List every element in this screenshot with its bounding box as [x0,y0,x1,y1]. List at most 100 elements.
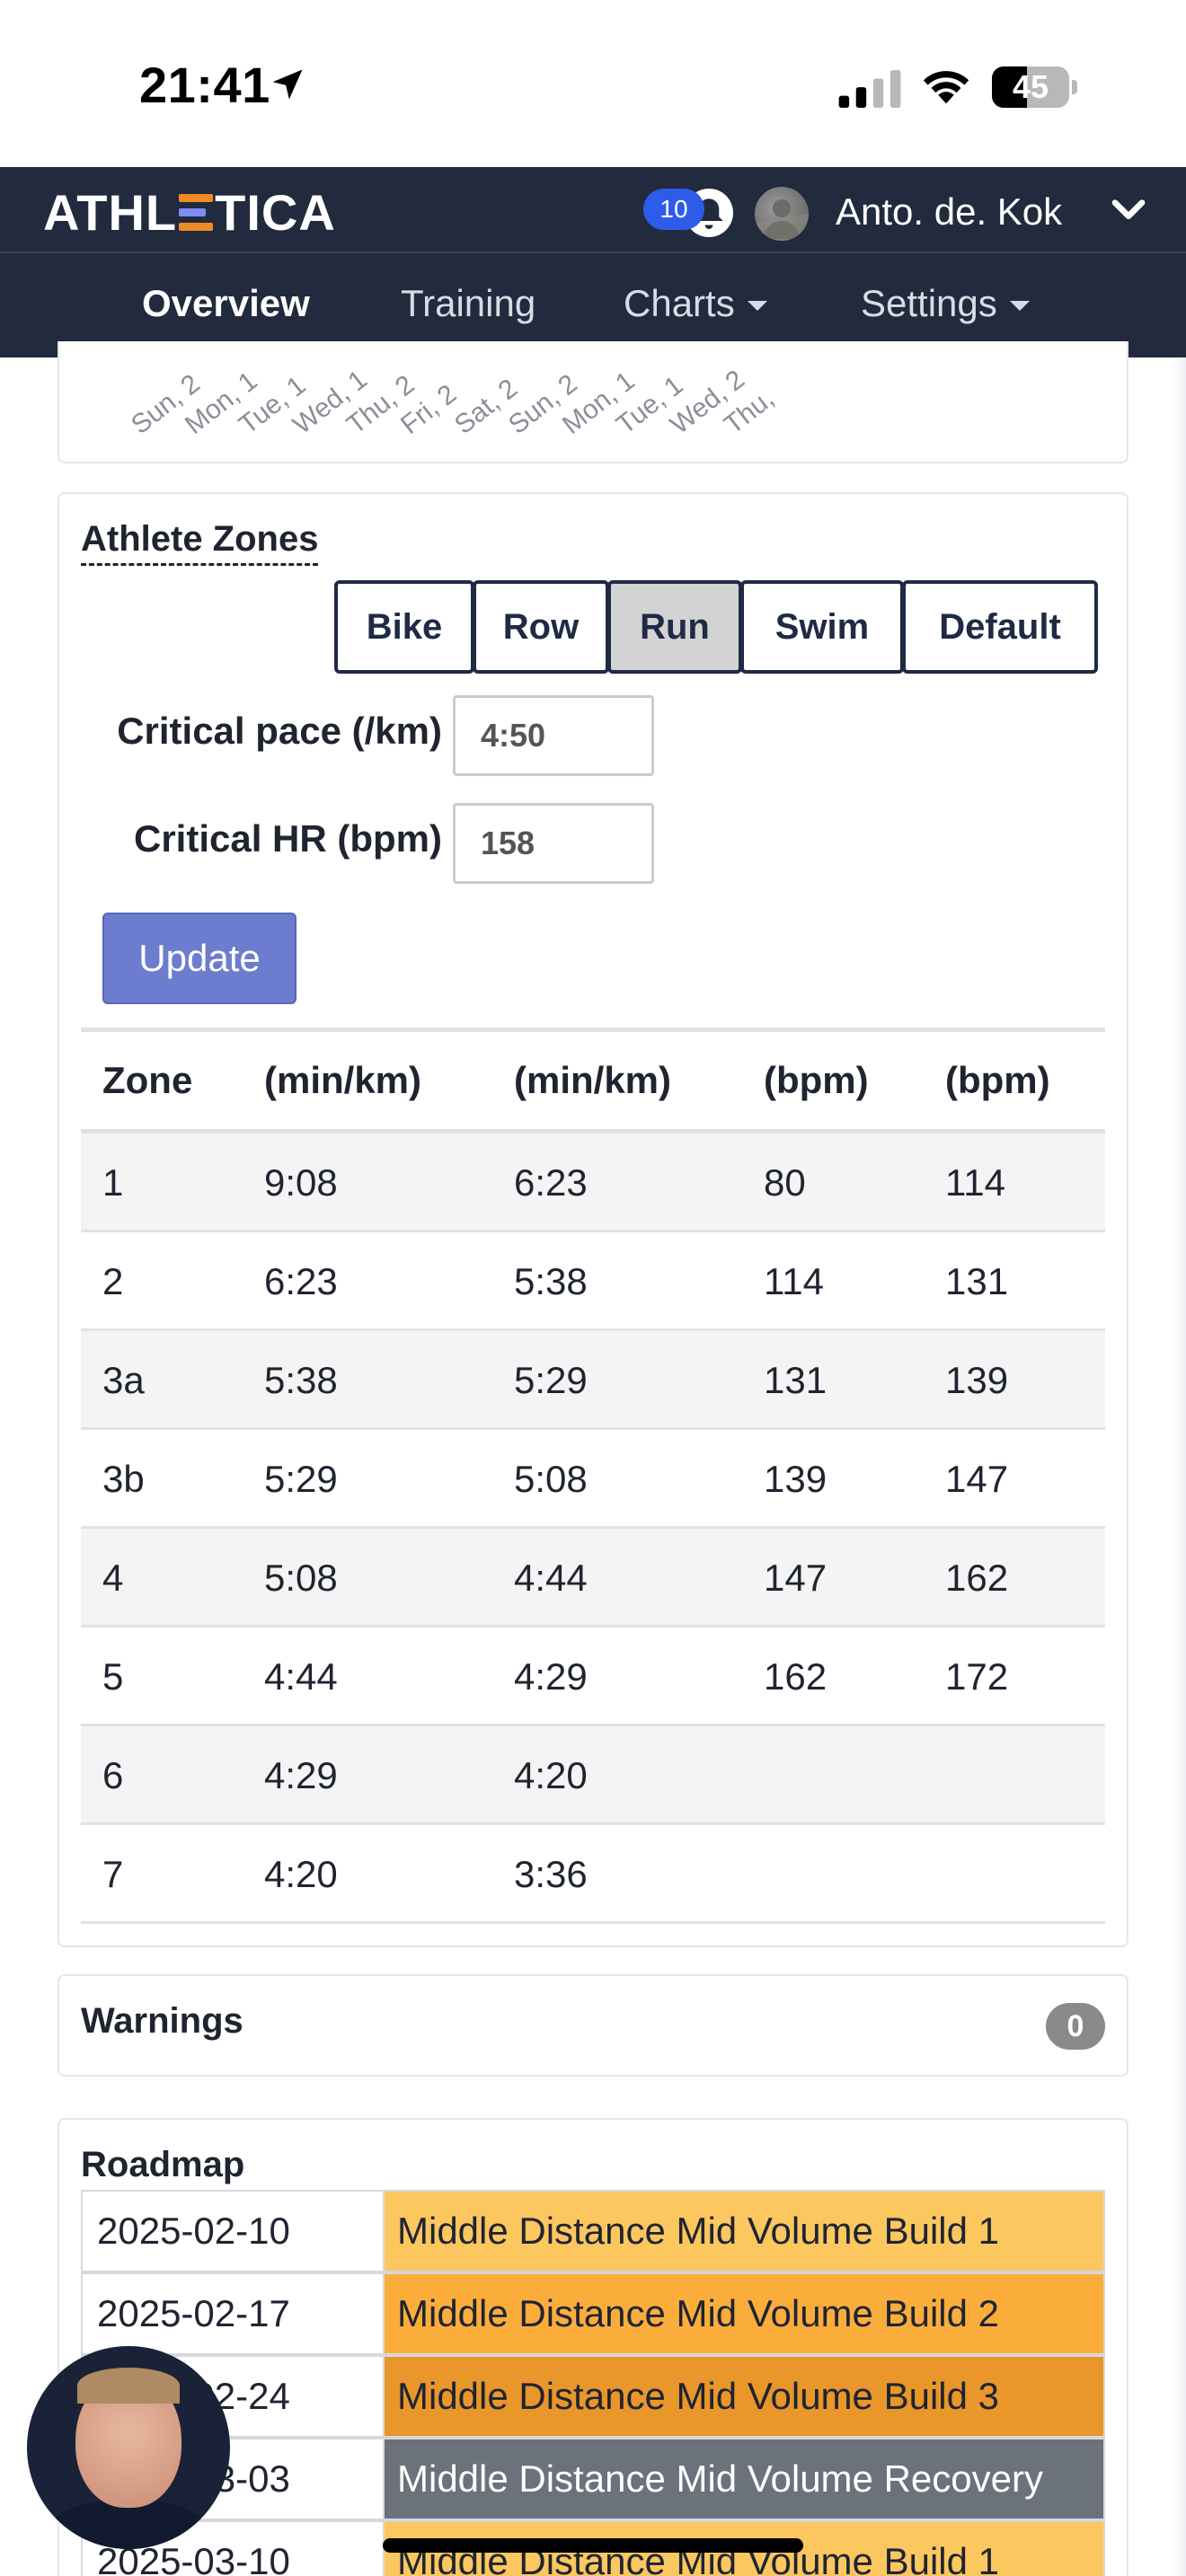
cell-zone: 6 [102,1754,124,1796]
cell-pace-low: 4:20 [264,1853,338,1895]
status-time: 21:41 [139,57,270,113]
cell-pace-high: 5:29 [514,1359,588,1401]
roadmap-row[interactable]: 2025-02-17 Middle Distance Mid Volume Bui… [81,2272,1105,2355]
user-name[interactable]: Anto. de. Kok [836,190,1062,234]
chevron-down-icon[interactable] [1111,194,1146,226]
tab-settings-label: Settings [861,282,997,324]
cell-zone: 2 [102,1260,124,1302]
caret-down-icon [1009,301,1030,311]
cell-zone: 1 [102,1161,124,1204]
cell-pace-low: 5:08 [264,1557,338,1599]
table-row: 6 4:29 4:20 [81,1726,1105,1825]
cell-zone: 5 [102,1655,124,1698]
home-indicator[interactable] [383,2538,803,2553]
critical-pace-input[interactable] [453,695,654,776]
roadmap-phase: Middle Distance Mid Volume Recovery [385,2439,1103,2519]
cell-pace-low: 6:23 [264,1260,338,1302]
cell-hr-low: 139 [764,1458,828,1500]
roadmap-phase: Middle Distance Mid Volume Build 1 [385,2192,1103,2271]
warnings-count-badge: 0 [1046,2003,1105,2050]
header-zone: Zone [102,1059,193,1101]
cell-hr-high: 162 [945,1557,1009,1599]
tab-charts-label: Charts [624,282,735,324]
table-row: 2 6:23 5:38 114 131 [81,1232,1105,1331]
roadmap-row[interactable]: 2025-03-03Middle Distance Mid Volume Rec… [81,2438,1105,2520]
table-row: 3a 5:38 5:29 131 139 [81,1331,1105,1430]
zones-table-header: Zone (min/km) (min/km) (bpm) (bpm) [81,1028,1105,1134]
roadmap-title: Roadmap [81,2145,245,2184]
cell-hr-low: 131 [764,1359,828,1401]
cell-zone: 3a [102,1359,145,1401]
caret-down-icon [747,301,767,311]
roadmap-date: 2025-02-10 [83,2192,385,2271]
cell-hr-high: 131 [945,1260,1009,1302]
x-axis-tick-label: Sat, 2 [449,373,524,441]
header-pace-low: (min/km) [264,1059,422,1101]
logo-text-right: TICA [215,184,336,241]
header-pace-high: (min/km) [514,1059,672,1101]
critical-hr-label: Critical HR (bpm) [133,817,442,860]
cell-zone: 7 [102,1853,124,1895]
cell-hr-low: 114 [764,1260,824,1302]
cell-hr-low: 162 [764,1655,828,1698]
cell-pace-high: 3:36 [514,1853,588,1895]
battery-icon: 45 [992,66,1078,108]
battery-level: 45 [1012,68,1049,105]
cell-hr-high: 172 [945,1655,1009,1698]
cell-pace-high: 5:08 [514,1458,588,1500]
cell-pace-low: 4:44 [264,1655,338,1698]
sport-button-run[interactable]: Run [607,580,742,674]
table-row: 3b 5:29 5:08 139 147 [81,1430,1105,1529]
warnings-title: Warnings [81,2001,243,2041]
cell-pace-low: 5:38 [264,1359,338,1401]
location-arrow-icon [272,69,303,100]
logo-e-icon [179,190,214,234]
cell-pace-high: 4:20 [514,1754,588,1796]
roadmap-phase: Middle Distance Mid Volume Build 3 [385,2357,1103,2436]
table-row: 5 4:44 4:29 162 172 [81,1628,1105,1726]
cellular-signal-icon [838,70,901,108]
roadmap-row[interactable]: 2025-02-10 Middle Distance Mid Volume Bui… [81,2190,1105,2272]
athlete-zones-title[interactable]: Athlete Zones [81,519,319,566]
cell-pace-high: 4:44 [514,1557,588,1599]
wifi-icon [923,71,969,104]
cell-hr-high: 139 [945,1359,1009,1401]
tab-training-label: Training [401,282,536,324]
roadmap-phase: Middle Distance Mid Volume Build 2 [385,2274,1103,2353]
chart-x-axis-labels: Sun, 2 Mon, 1 Tue, 1 Wed, 1 Thu, 2 Fri, 2 Sat,… [126,359,854,467]
scroll-edge [1172,357,1186,2576]
table-row: 4 5:08 4:44 147 162 [81,1529,1105,1628]
cell-pace-low: 4:29 [264,1754,338,1796]
roadmap-date: 2025-02-17 [83,2274,385,2353]
table-row: 7 4:20 3:36 [81,1825,1105,1924]
header-hr-high: (bpm) [945,1059,1050,1101]
update-button[interactable]: Update [102,913,296,1004]
critical-hr-input[interactable] [453,803,654,884]
status-bar: 21:41 45 [0,0,1186,167]
sport-button-swim[interactable]: Swim [740,580,904,674]
cell-pace-high: 4:29 [514,1655,588,1698]
cell-pace-high: 6:23 [514,1161,588,1204]
cell-pace-low: 5:29 [264,1458,338,1500]
cell-hr-low: 147 [764,1557,828,1599]
notification-count-badge[interactable]: 10 [643,189,704,230]
logo-text-left: ATHL [43,184,178,241]
sport-button-bike[interactable]: Bike [334,580,474,674]
cell-pace-high: 5:38 [514,1260,588,1302]
navbar: ATHL TICA 10 Anto. de. Kok Overview Train… [0,167,1186,357]
cell-zone: 4 [102,1557,124,1599]
critical-pace-label: Critical pace (/km) [117,710,442,752]
sport-button-row[interactable]: Row [473,580,609,674]
cell-hr-high: 114 [945,1161,1005,1204]
cell-hr-low: 80 [764,1161,806,1204]
tab-overview-label: Overview [142,282,310,324]
sport-button-default[interactable]: Default [902,580,1098,674]
coach-chat-avatar[interactable] [27,2346,230,2549]
table-row: 1 9:08 6:23 80 114 [81,1134,1105,1232]
roadmap-row[interactable]: 2025-02-24Middle Distance Mid Volume Bui… [81,2355,1105,2438]
athletica-logo[interactable]: ATHL TICA [43,183,336,242]
navbar-top: ATHL TICA 10 Anto. de. Kok [0,167,1186,253]
user-avatar[interactable] [755,187,809,241]
cell-pace-low: 9:08 [264,1161,338,1204]
header-hr-low: (bpm) [764,1059,869,1101]
